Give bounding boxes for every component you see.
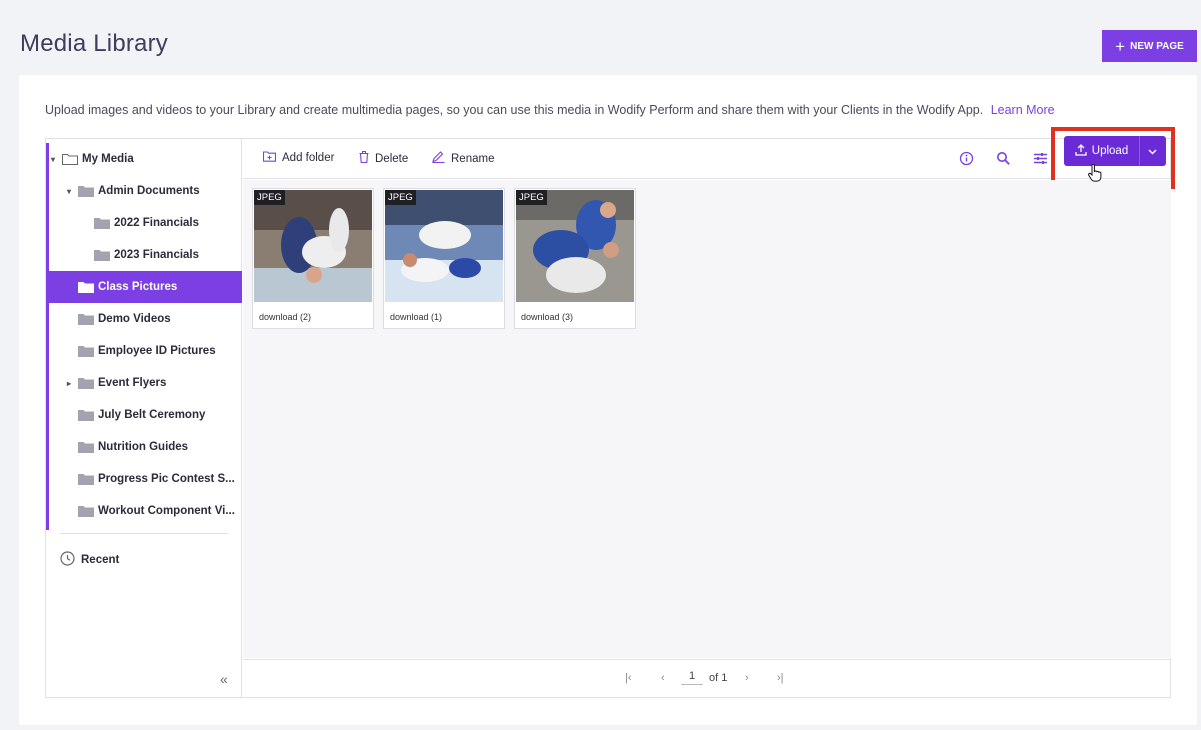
- folder-my-media[interactable]: ▾ My Media: [49, 143, 242, 175]
- chevron-down-icon: [1148, 142, 1157, 160]
- sidebar-folder-item[interactable]: Employee ID Pictures: [49, 335, 242, 367]
- info-icon[interactable]: [959, 151, 975, 167]
- media-library-card: Upload images and videos to your Library…: [19, 75, 1197, 725]
- add-folder-button[interactable]: Add folder: [262, 151, 335, 165]
- next-page-icon[interactable]: ›: [745, 672, 749, 684]
- upload-button-group[interactable]: Upload: [1064, 136, 1166, 166]
- sidebar-folder-item[interactable]: Workout Component Vi...: [49, 495, 242, 527]
- sidebar-folder-item[interactable]: ▸ Event Flyers: [49, 367, 242, 399]
- new-page-label: NEW PAGE: [1130, 40, 1184, 52]
- sidebar-divider: [60, 533, 228, 534]
- folder-label: Workout Component Vi...: [98, 505, 235, 517]
- media-tile[interactable]: JPEG download (3): [514, 188, 636, 329]
- clock-icon: [60, 551, 75, 569]
- folder-label: Demo Videos: [98, 313, 171, 325]
- upload-dropdown-button[interactable]: [1140, 136, 1165, 166]
- folder-label: Progress Pic Contest S...: [98, 473, 235, 485]
- media-browser: ▾ My Media ▾ Admin Documents 2022 Financia…: [45, 127, 1175, 698]
- folder-icon: [78, 377, 94, 389]
- pagination: |‹ ‹ 1 of 1 › ›|: [243, 659, 1171, 697]
- sidebar-folder-item[interactable]: ▾ Admin Documents: [49, 175, 242, 207]
- sidebar-folder-item[interactable]: 2023 Financials: [49, 239, 242, 271]
- upload-icon: [1075, 143, 1087, 159]
- media-thumbnail[interactable]: JPEG: [516, 190, 634, 302]
- prev-page-icon[interactable]: ‹: [661, 672, 665, 684]
- sidebar-folder-item[interactable]: Class Pictures: [49, 271, 242, 303]
- intro-text: Upload images and videos to your Library…: [45, 103, 1055, 117]
- folder-label: July Belt Ceremony: [98, 409, 206, 421]
- recent-item[interactable]: Recent: [60, 551, 119, 569]
- first-page-icon[interactable]: |‹: [625, 672, 632, 684]
- hand-cursor-icon: [1088, 163, 1102, 187]
- folder-icon: [78, 441, 94, 453]
- recent-label: Recent: [81, 554, 120, 566]
- media-thumbnail[interactable]: JPEG: [385, 190, 503, 302]
- caret-right-icon[interactable]: ▸: [67, 379, 75, 388]
- media-thumbnail[interactable]: JPEG: [254, 190, 372, 302]
- caret-down-icon[interactable]: ▾: [67, 187, 75, 196]
- media-filename: download (3): [521, 312, 574, 322]
- folder-icon: [78, 409, 94, 421]
- rename-label: Rename: [451, 152, 495, 165]
- filter-settings-icon[interactable]: [1033, 151, 1049, 167]
- delete-label: Delete: [375, 152, 409, 165]
- new-page-button[interactable]: + NEW PAGE: [1102, 30, 1197, 62]
- folder-icon: [78, 313, 94, 325]
- folder-label: Employee ID Pictures: [98, 345, 216, 357]
- folder-icon: [78, 505, 94, 517]
- page-number-input[interactable]: 1: [681, 670, 703, 685]
- folder-label: Event Flyers: [98, 377, 167, 389]
- folder-icon: [94, 249, 110, 261]
- sidebar-folder-item[interactable]: Progress Pic Contest S...: [49, 463, 242, 495]
- folder-label: 2022 Financials: [114, 217, 200, 229]
- media-filename: download (1): [390, 312, 443, 322]
- upload-button[interactable]: Upload: [1064, 136, 1140, 166]
- file-type-badge: JPEG: [254, 190, 285, 205]
- folder-label: Nutrition Guides: [98, 441, 189, 453]
- file-type-badge: JPEG: [385, 190, 416, 205]
- delete-button[interactable]: Delete: [359, 150, 409, 166]
- folder-icon: [78, 281, 94, 293]
- folder-icon: [94, 217, 110, 229]
- folder-label: Class Pictures: [98, 281, 178, 293]
- sidebar-folder-item[interactable]: Demo Videos: [49, 303, 242, 335]
- toolbar: Add folder Delete Rename Upload: [243, 127, 1175, 189]
- media-tile[interactable]: JPEG download (1): [383, 188, 505, 329]
- page-title: Media Library: [20, 30, 168, 57]
- media-filename: download (2): [259, 312, 312, 322]
- folder-label: My Media: [82, 153, 134, 165]
- rename-button[interactable]: Rename: [432, 151, 494, 166]
- media-tile[interactable]: JPEG download (2): [252, 188, 374, 329]
- add-folder-icon: [262, 151, 277, 165]
- collapse-sidebar-icon[interactable]: «: [220, 671, 228, 687]
- last-page-icon[interactable]: ›|: [777, 672, 784, 684]
- sidebar-folder-item[interactable]: Nutrition Guides: [49, 431, 242, 463]
- folder-label: 2023 Financials: [114, 249, 200, 261]
- folder-icon: [78, 185, 94, 197]
- sidebar-folder-item[interactable]: 2022 Financials: [49, 207, 242, 239]
- pencil-icon: [432, 151, 445, 166]
- folder-sidebar: ▾ My Media ▾ Admin Documents 2022 Financia…: [46, 139, 242, 697]
- media-grid: JPEG download (2) JPEG download (1) JPEG down…: [243, 180, 1171, 658]
- folder-outline-icon: [62, 153, 78, 165]
- folder-tree: ▾ My Media ▾ Admin Documents 2022 Financia…: [46, 143, 242, 530]
- page-count: of 1: [709, 672, 728, 684]
- folder-label: Admin Documents: [98, 185, 200, 197]
- file-type-badge: JPEG: [516, 190, 547, 205]
- caret-down-icon[interactable]: ▾: [51, 155, 59, 164]
- add-folder-label: Add folder: [282, 152, 335, 164]
- plus-icon: +: [1115, 36, 1126, 56]
- folder-icon: [78, 345, 94, 357]
- intro-description: Upload images and videos to your Library…: [45, 103, 984, 117]
- learn-more-link[interactable]: Learn More: [991, 103, 1055, 117]
- trash-icon: [359, 150, 369, 166]
- search-icon[interactable]: [996, 151, 1012, 167]
- upload-label: Upload: [1091, 145, 1129, 157]
- folder-icon: [78, 473, 94, 485]
- sidebar-folder-item[interactable]: July Belt Ceremony: [49, 399, 242, 431]
